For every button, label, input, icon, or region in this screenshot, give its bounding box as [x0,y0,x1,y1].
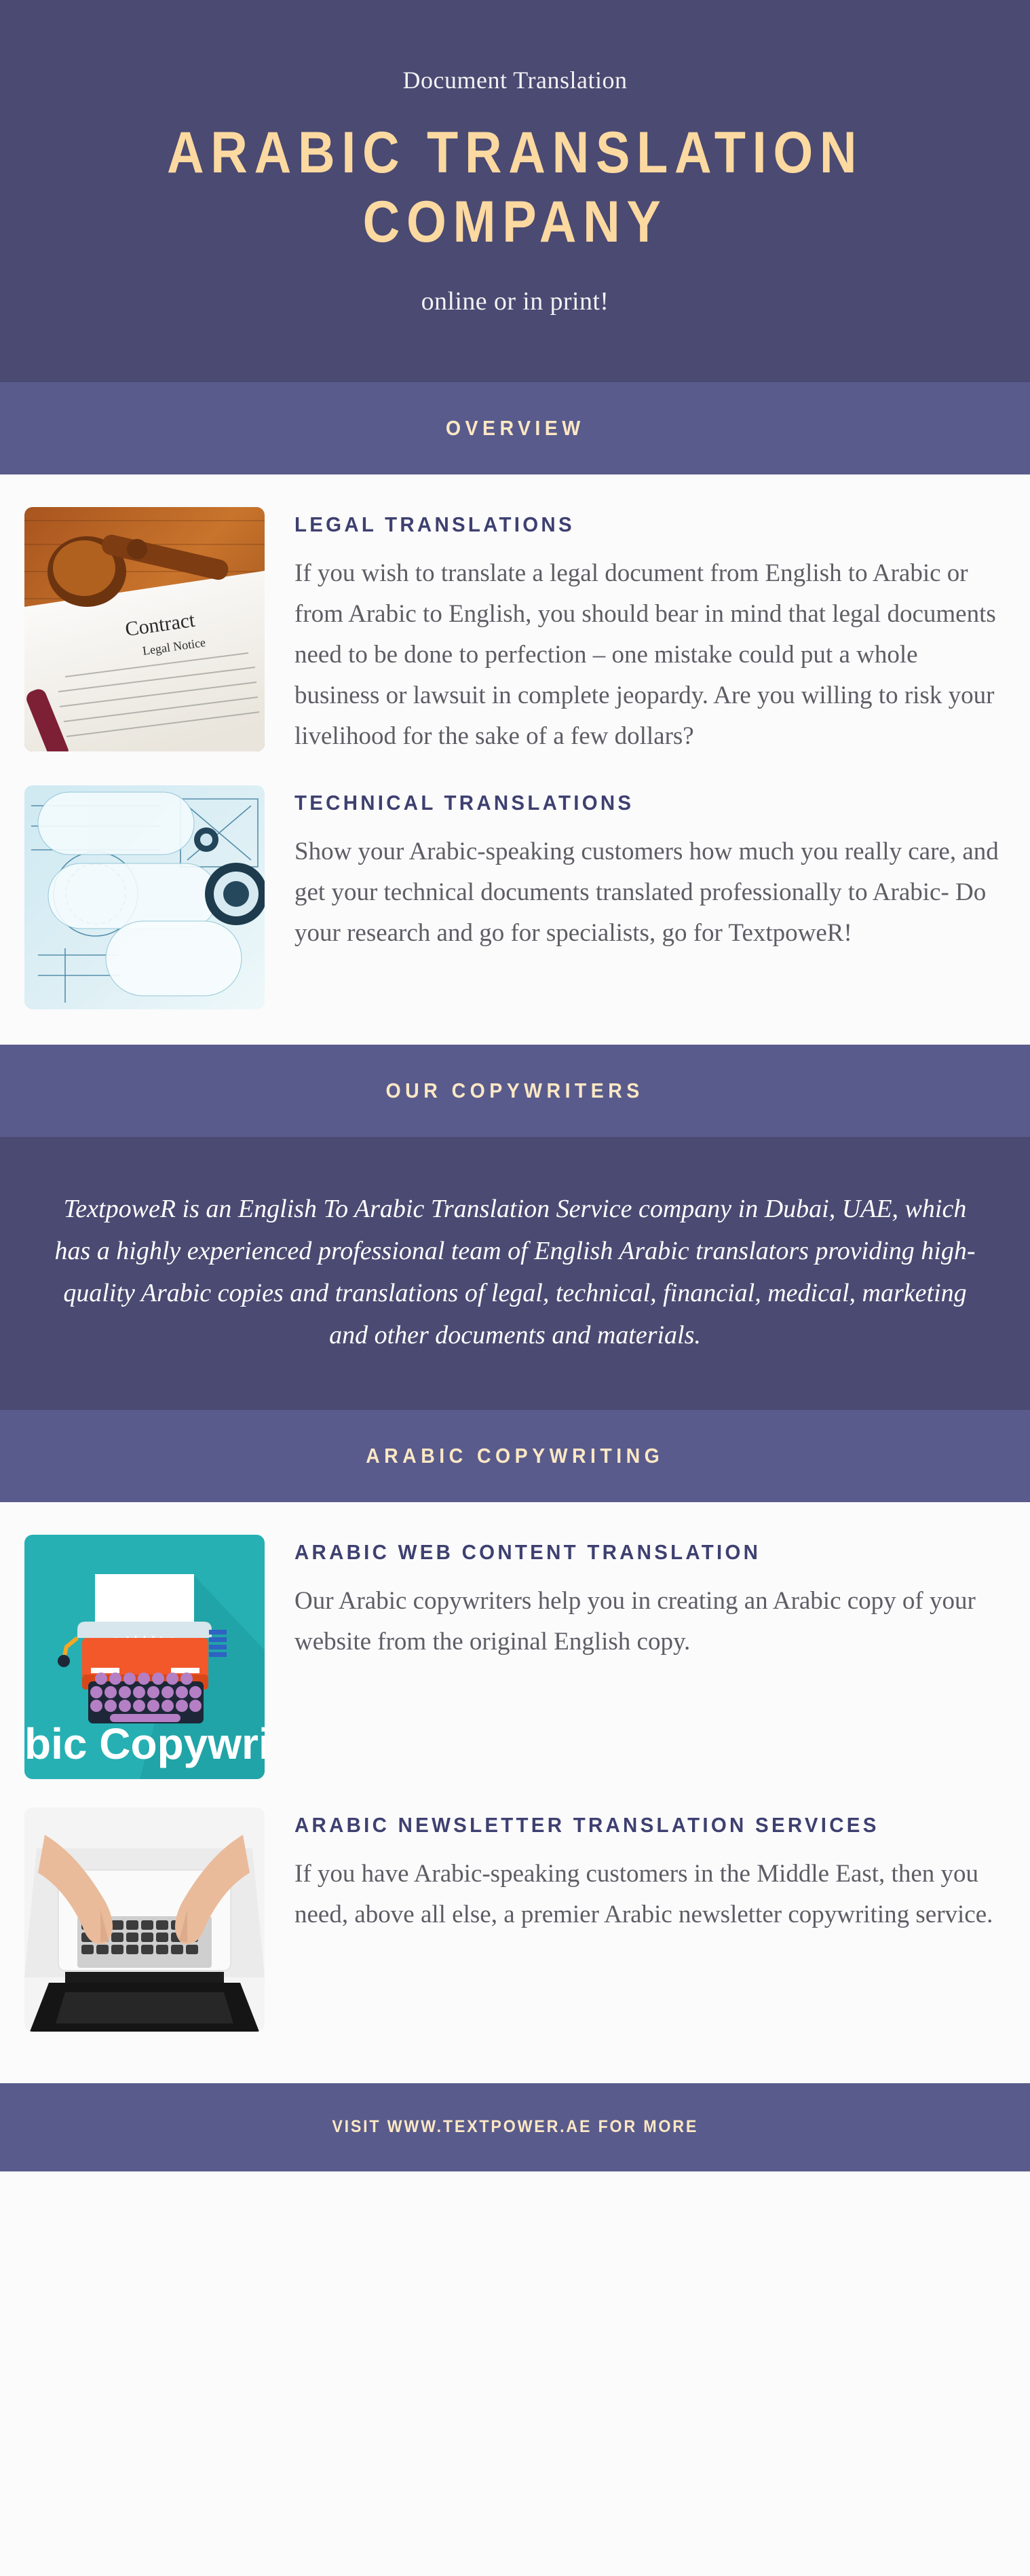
banner-label-our-copywriters: OUR COPYWRITERS [385,1078,645,1102]
gavel-on-contract-photo: Contract Legal Notice [24,507,265,751]
body-technical-translations: Show your Arabic-speaking customers how … [294,838,999,948]
section-banner-our-copywriters: OUR COPYWRITERS [0,1044,1030,1137]
hero-title-line-2: COMPANY [362,189,668,255]
section-banner-arabic-copywriting: ARABIC COPYWRITING [0,1409,1030,1502]
footer-spacer [0,2066,1030,2083]
hero-header: Document Translation ARABIC TRANSLATION … [0,0,1030,382]
hero-title: ARABIC TRANSLATION COMPANY [167,119,863,257]
copywriters-description-panel: TextpoweR is an English To Arabic Transl… [0,1136,1030,1410]
body-legal-translations: If you wish to translate a legal documen… [294,559,996,751]
typewriter-image-text: bic Copywri [24,1719,265,1768]
legal-text-block: LEGAL TRANSLATIONS If you wish to transl… [294,507,1003,757]
content-row-legal: Contract Legal Notice LEGAL TRANSLATIONS… [0,507,1030,757]
content-row-newsletter: ARABIC NEWSLETTER TRANSLATION SERVICES I… [0,1807,1030,2032]
overview-content: Contract Legal Notice LEGAL TRANSLATIONS… [0,474,1030,1045]
footer-bar: VISIT WWW.TEXTPOWER.AE FOR MORE [0,2083,1030,2171]
footer-website-text[interactable]: VISIT WWW.TEXTPOWER.AE FOR MORE [332,2117,698,2137]
banner-label-overview: OVERVIEW [445,416,585,440]
web-content-text-block: ARABIC WEB CONTENT TRANSLATION Our Arabi… [294,1535,1003,1662]
content-row-web-content: bic Copywri ARABIC WEB CONTENT TRANSLATI… [0,1534,1030,1779]
body-arabic-newsletter-translation-services: If you have Arabic-speaking customers in… [294,1860,993,1928]
copywriters-paragraph: TextpoweR is an English To Arabic Transl… [54,1194,976,1349]
hands-typing-laptop-photo [24,1807,265,2032]
typewriter-flat-illustration: bic Copywri [24,1534,265,1779]
body-arabic-web-content-translation: Our Arabic copywriters help you in creat… [294,1587,976,1656]
subheading-arabic-newsletter-translation-services: ARABIC NEWSLETTER TRANSLATION SERVICES [294,1812,879,1837]
content-row-technical: TECHNICAL TRANSLATIONS Show your Arabic-… [0,785,1030,1009]
engineering-blueprints-photo [24,785,265,1009]
technical-text-block: TECHNICAL TRANSLATIONS Show your Arabic-… [294,785,1003,954]
subheading-technical-translations: TECHNICAL TRANSLATIONS [294,790,634,815]
hero-title-line-1: ARABIC TRANSLATION [166,120,864,186]
newsletter-text-block: ARABIC NEWSLETTER TRANSLATION SERVICES I… [294,1808,1003,1935]
banner-label-arabic-copywriting: ARABIC COPYWRITING [366,1443,664,1468]
infographic-page: Document Translation ARABIC TRANSLATION … [0,0,1030,2576]
hero-subtitle: online or in print! [421,286,609,316]
section-banner-overview: OVERVIEW [0,382,1030,474]
arabic-copywriting-content: bic Copywri ARABIC WEB CONTENT TRANSLATI… [0,1501,1030,2067]
subheading-legal-translations: LEGAL TRANSLATIONS [294,512,575,536]
subheading-arabic-web-content-translation: ARABIC WEB CONTENT TRANSLATION [294,1539,761,1564]
hero-eyebrow: Document Translation [402,67,628,94]
